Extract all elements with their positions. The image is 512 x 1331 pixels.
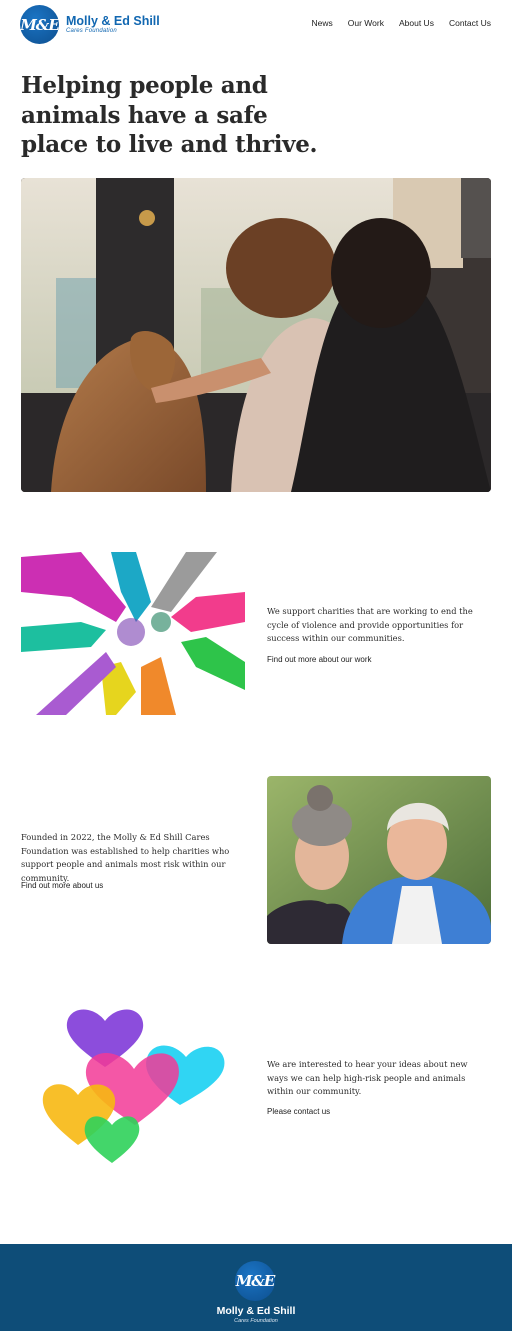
main-nav: News Our Work About Us Contact Us [312, 18, 492, 28]
nav-news[interactable]: News [312, 18, 333, 28]
hero-title: Helping people and animals have a safe p… [21, 72, 318, 158]
hearts-illustration [40, 1005, 226, 1167]
link-about-us[interactable]: Find out more about us [21, 881, 103, 890]
site-footer: M&E Molly & Ed Shill Cares Foundation [0, 1244, 512, 1331]
site-header: M&E Molly & Ed Shill Cares Foundation Ne… [0, 0, 512, 48]
colorful-hands-illustration-icon [21, 552, 245, 715]
section-work-text: We support charities that are working to… [267, 606, 473, 643]
link-contact-us[interactable]: Please contact us [267, 1107, 330, 1116]
photo-family-with-dog-icon [21, 178, 491, 492]
logo-badge-icon: M&E [20, 5, 60, 44]
founders-photo [267, 776, 491, 944]
colorful-hearts-illustration-icon [42, 1009, 225, 1163]
nav-about-us[interactable]: About Us [399, 18, 434, 28]
site-logo[interactable]: M&E Molly & Ed Shill Cares Foundation [20, 5, 160, 44]
hands-illustration [21, 552, 245, 716]
section-contact-text: We are interested to hear your ideas abo… [267, 1059, 468, 1096]
nav-our-work[interactable]: Our Work [348, 18, 384, 28]
nav-contact-us[interactable]: Contact Us [449, 18, 491, 28]
link-our-work[interactable]: Find out more about our work [267, 655, 372, 664]
section-about-text: Founded in 2022, the Molly & Ed Shill Ca… [21, 832, 230, 883]
logo-name: Molly & Ed Shill [66, 13, 160, 28]
hero-photo [21, 178, 491, 492]
footer-logo-tagline: Cares Foundation [234, 1318, 278, 1324]
footer-logo-name: Molly & Ed Shill [216, 1305, 296, 1317]
logo-tagline: Cares Foundation [66, 28, 117, 35]
founders-portrait-photo-icon [267, 776, 491, 944]
footer-logo-badge-icon[interactable]: M&E [235, 1261, 275, 1301]
